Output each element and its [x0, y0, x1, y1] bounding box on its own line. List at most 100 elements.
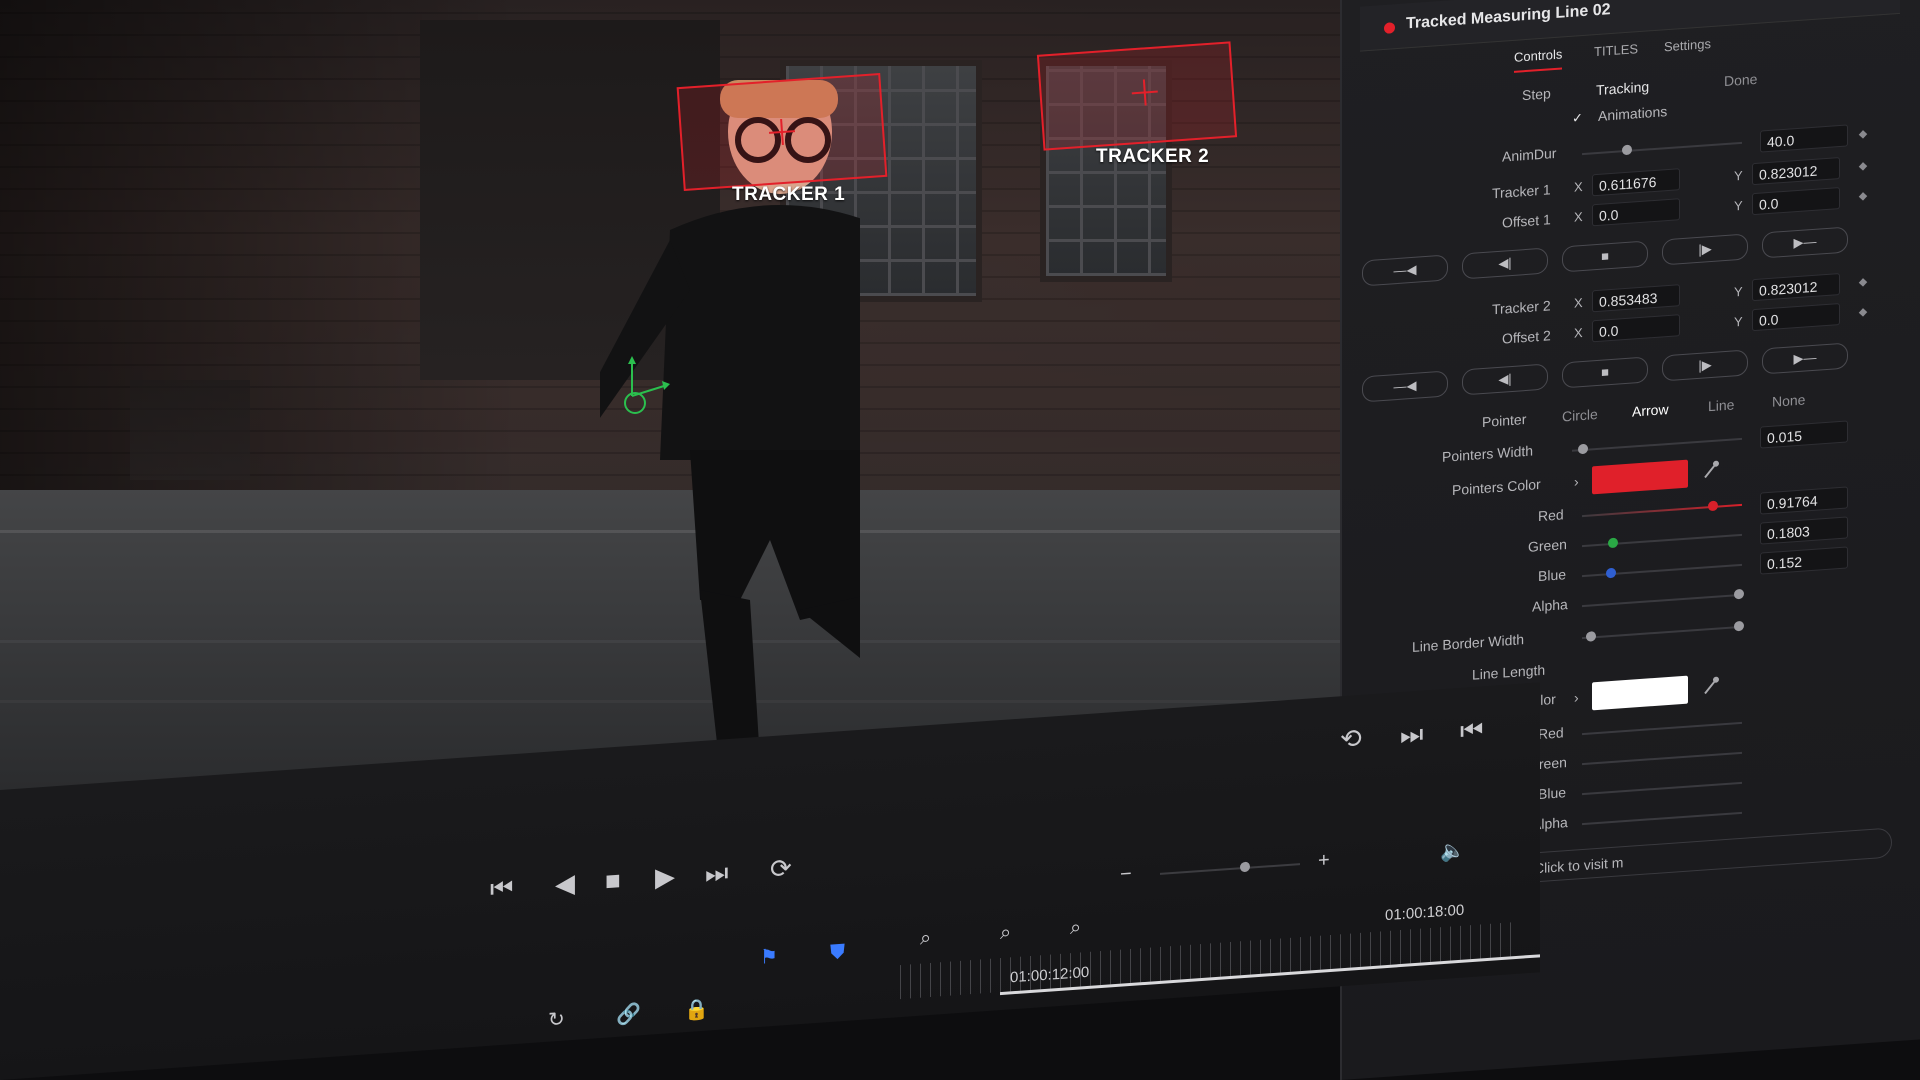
track-forward-button[interactable]: ▶—: [1762, 226, 1848, 259]
line-color-swatch[interactable]: [1592, 675, 1688, 711]
pointers-green-field[interactable]: 0.1803: [1760, 516, 1848, 545]
lock-icon[interactable]: 🔒: [684, 996, 709, 1024]
offset-2-x-field[interactable]: 0.0: [1592, 314, 1680, 343]
tab-settings[interactable]: Settings: [1664, 36, 1711, 54]
next-frame-icon[interactable]: ⏭: [1400, 718, 1423, 750]
line-green-slider[interactable]: [1582, 751, 1742, 766]
zoom-in-icon[interactable]: +: [1318, 847, 1330, 874]
pointers-blue-field[interactable]: 0.152: [1760, 546, 1848, 575]
line-blue-slider[interactable]: [1582, 781, 1742, 796]
snap-icon[interactable]: ↻: [548, 1007, 565, 1034]
keyframe-icon[interactable]: [1858, 130, 1868, 139]
skip-to-end-icon[interactable]: ⏭: [705, 857, 728, 889]
pointers-width-knob[interactable]: [1578, 443, 1588, 455]
pointers-blue-knob[interactable]: [1606, 567, 1616, 579]
loop-view-icon[interactable]: ⟲: [1340, 723, 1362, 755]
eyedropper-icon[interactable]: [1702, 459, 1720, 480]
pointer-option-circle[interactable]: Circle: [1562, 406, 1598, 425]
prev-frame-icon[interactable]: ⏮: [1460, 714, 1483, 746]
tracker-1-crosshair[interactable]: [768, 118, 796, 146]
shield-marker-icon[interactable]: ⛊: [830, 939, 845, 966]
line-border-width-slider[interactable]: [1582, 625, 1742, 640]
chevron-right-icon[interactable]: ›: [1574, 689, 1579, 705]
pointers-alpha-knob[interactable]: [1734, 588, 1744, 600]
keyframe-icon[interactable]: [1858, 308, 1868, 317]
zoom-knob[interactable]: [1240, 861, 1250, 873]
track-stop-button[interactable]: ■: [1562, 240, 1648, 273]
pointers-color-label: Pointers Color: [1452, 475, 1541, 499]
tracker-1-x-field[interactable]: 0.611676: [1592, 168, 1680, 197]
keyframe-icon[interactable]: [1858, 162, 1868, 171]
skip-to-start-icon[interactable]: ⏮: [490, 872, 513, 904]
offset-1-label: Offset 1: [1502, 211, 1551, 231]
zoom-slider[interactable]: [1160, 863, 1300, 875]
zoom-fit-icon[interactable]: ⌕: [1000, 919, 1011, 946]
pointer-option-none[interactable]: None: [1772, 391, 1805, 409]
stop-icon[interactable]: ■: [605, 865, 621, 896]
offset-2-y-axis: Y: [1734, 313, 1743, 330]
chevron-right-icon[interactable]: ›: [1574, 473, 1579, 489]
tracker-2-crosshair[interactable]: [1131, 79, 1159, 107]
zoom-detail-icon[interactable]: ⌕: [920, 925, 931, 952]
tracker-2-x-axis: X: [1574, 295, 1583, 311]
done-button[interactable]: Done: [1724, 71, 1757, 89]
pointers-width-slider[interactable]: [1572, 437, 1742, 452]
zoom-custom-icon[interactable]: ⌕: [1070, 914, 1081, 941]
loop-icon[interactable]: ⟳: [770, 853, 792, 885]
pointers-red-knob[interactable]: [1708, 500, 1718, 512]
tracker-1-box[interactable]: [676, 73, 888, 191]
track-stop-button[interactable]: ■: [1562, 356, 1648, 389]
tracker-2-y-field[interactable]: 0.823012: [1752, 273, 1840, 302]
track-reverse-button[interactable]: —◀: [1362, 254, 1448, 287]
pointers-red-slider[interactable]: [1582, 503, 1742, 518]
keyframe-icon[interactable]: [1858, 192, 1868, 201]
pointers-green-slider[interactable]: [1582, 533, 1742, 548]
pointers-alpha-slider[interactable]: [1582, 593, 1742, 608]
offset-2-y-field[interactable]: 0.0: [1752, 303, 1840, 332]
flag-marker-icon[interactable]: ⚑: [760, 944, 778, 971]
step-back-icon[interactable]: ◀: [555, 868, 575, 899]
track-step-back-button[interactable]: ◀|: [1462, 247, 1548, 280]
volume-icon[interactable]: 🔈: [1440, 838, 1465, 866]
line-border-width-end-knob[interactable]: [1734, 620, 1744, 632]
line-red-slider[interactable]: [1582, 721, 1742, 736]
line-alpha-slider[interactable]: [1582, 811, 1742, 826]
offset-1-x-field[interactable]: 0.0: [1592, 198, 1680, 227]
pointer-option-line[interactable]: Line: [1708, 396, 1734, 414]
pointers-green-knob[interactable]: [1608, 537, 1618, 549]
line-border-width-knob[interactable]: [1586, 631, 1596, 642]
track-step-back-button[interactable]: ◀|: [1462, 363, 1548, 396]
animdur-knob[interactable]: [1622, 144, 1632, 156]
pointers-color-swatch[interactable]: [1592, 459, 1688, 495]
animations-checkbox[interactable]: ✓: [1572, 110, 1586, 126]
animdur-slider[interactable]: [1582, 141, 1742, 156]
track-forward-button[interactable]: ▶—: [1762, 342, 1848, 375]
video-viewer[interactable]: TRACKER 1 TRACKER 2: [0, 0, 1460, 790]
pointers-red-field[interactable]: 0.91764: [1760, 486, 1848, 515]
track-step-forward-button[interactable]: |▶: [1662, 349, 1748, 382]
keyframe-icon[interactable]: [1858, 278, 1868, 287]
pointer-option-arrow[interactable]: Arrow: [1632, 401, 1669, 420]
mode-tracking[interactable]: Tracking: [1596, 78, 1649, 98]
offset-1-y-field[interactable]: 0.0: [1752, 187, 1840, 216]
track-step-forward-button[interactable]: |▶: [1662, 233, 1748, 266]
tracker-2-label: TRACKER 2: [1096, 146, 1210, 167]
eyedropper-icon[interactable]: [1702, 675, 1720, 696]
offset-1-x-axis: X: [1574, 209, 1583, 225]
tracker-2-x-field[interactable]: 0.853483: [1592, 284, 1680, 313]
link-icon[interactable]: 🔗: [616, 1001, 641, 1029]
track-reverse-button[interactable]: —◀: [1362, 370, 1448, 403]
animdur-field[interactable]: 40.0: [1760, 124, 1848, 153]
play-icon[interactable]: ▶: [655, 861, 675, 892]
tab-titles[interactable]: TITLES: [1594, 41, 1638, 59]
gizmo-axes-icon[interactable]: [620, 356, 670, 400]
pointers-alpha-label: Alpha: [1532, 596, 1568, 615]
mode-step[interactable]: Step: [1522, 85, 1551, 103]
zoom-out-icon[interactable]: −: [1120, 861, 1132, 888]
inspector-title: Tracked Measuring Line 02: [1406, 1, 1611, 33]
pointers-width-field[interactable]: 0.015: [1760, 420, 1848, 449]
timecode-a: 01:00:18:00: [1385, 901, 1465, 925]
tracker-2-box[interactable]: [1036, 41, 1238, 151]
tab-controls[interactable]: Controls: [1514, 46, 1563, 73]
tracker-1-y-field[interactable]: 0.823012: [1752, 157, 1840, 186]
